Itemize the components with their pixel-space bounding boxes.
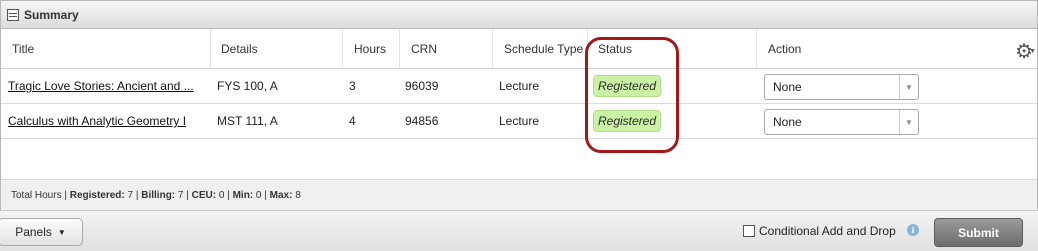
course-schedule-type: Lecture	[499, 79, 540, 93]
chevron-down-icon: ▼	[57, 227, 66, 237]
table-row: Calculus with Analytic Geometry I MST 11…	[1, 104, 1037, 139]
course-crn: 96039	[405, 79, 439, 93]
column-divider	[492, 29, 493, 68]
submit-button[interactable]: Submit	[934, 218, 1023, 247]
course-hours: 4	[349, 114, 356, 128]
summary-icon	[7, 8, 19, 21]
registered-label: Registered:	[69, 189, 125, 201]
total-hours-label: Total Hours |	[11, 189, 67, 201]
course-title-link[interactable]: Calculus with Analytic Geometry I	[8, 114, 186, 128]
billing-value: 7	[177, 189, 184, 201]
table-row: Tragic Love Stories: Ancient and ... FYS…	[1, 69, 1037, 104]
course-details: FYS 100, A	[217, 79, 278, 93]
column-divider	[756, 29, 757, 68]
action-select-value: None	[773, 80, 802, 94]
course-crn: 94856	[405, 114, 439, 128]
course-schedule-type: Lecture	[499, 114, 540, 128]
column-header-hours[interactable]: Hours	[354, 29, 386, 68]
column-divider	[210, 29, 211, 68]
status-highlight-annotation	[585, 37, 679, 153]
conditional-add-drop[interactable]: Conditional Add and Drop	[743, 224, 896, 238]
column-header-details[interactable]: Details	[221, 29, 258, 68]
ceu-label: CEU:	[191, 189, 217, 201]
footer-bar: Panels ▼ Conditional Add and Drop i Subm…	[0, 210, 1038, 251]
totals-bar: Total Hours | Registered: 7 | Billing: 7…	[1, 179, 1037, 210]
column-header-schedule-type[interactable]: Schedule Type	[504, 29, 583, 68]
chevron-down-icon[interactable]: ▼	[899, 110, 918, 134]
min-label: Min:	[232, 189, 254, 201]
min-value: 0	[255, 189, 262, 201]
column-header-crn[interactable]: CRN	[411, 29, 437, 68]
summary-table: Title Details Hours CRN Schedule Type St…	[1, 29, 1037, 139]
column-header-action[interactable]: Action	[768, 29, 801, 68]
info-icon[interactable]: i	[907, 224, 919, 236]
action-select[interactable]: None ▼	[764, 109, 919, 135]
course-hours: 3	[349, 79, 356, 93]
conditional-add-drop-label: Conditional Add and Drop	[759, 224, 896, 238]
summary-panel: Summary Title Details Hours CRN Schedule…	[0, 0, 1038, 210]
conditional-add-drop-checkbox[interactable]	[743, 225, 755, 237]
max-value: 8	[295, 189, 301, 201]
action-select[interactable]: None ▼	[764, 74, 919, 100]
registered-value: 7	[127, 189, 134, 201]
chevron-down-icon[interactable]: ▼	[899, 75, 918, 99]
column-divider	[342, 29, 343, 68]
chevron-down-icon: ▼	[1029, 48, 1036, 55]
table-header-row: Title Details Hours CRN Schedule Type St…	[1, 29, 1037, 69]
max-label: Max:	[269, 189, 293, 201]
panels-button[interactable]: Panels ▼	[0, 218, 83, 246]
column-header-title[interactable]: Title	[12, 29, 34, 68]
panel-header: Summary	[1, 1, 1037, 29]
ceu-value: 0	[218, 189, 225, 201]
course-details: MST 111, A	[217, 114, 278, 128]
billing-label: Billing:	[141, 189, 176, 201]
column-divider	[399, 29, 400, 68]
panel-title: Summary	[24, 7, 79, 22]
course-title-link[interactable]: Tragic Love Stories: Ancient and ...	[8, 79, 194, 93]
action-select-value: None	[773, 115, 802, 129]
panels-button-label: Panels	[15, 225, 52, 239]
